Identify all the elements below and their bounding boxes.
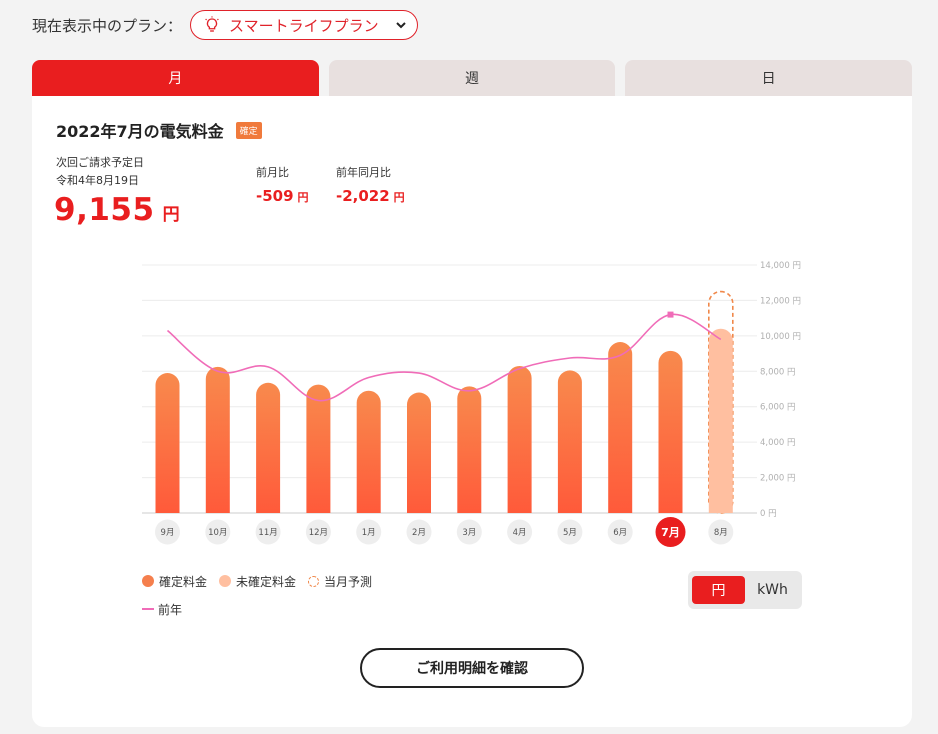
prev-year-comparison: 前年同月比 -2,022 円	[336, 164, 405, 205]
legend-forecast-swatch	[308, 575, 320, 587]
status-badge: 確定	[235, 121, 262, 139]
y-tick-label: 10,000 円	[760, 332, 801, 342]
x-tick-label: 7月	[661, 526, 680, 539]
x-tick-label: 2月	[412, 528, 426, 538]
y-tick-label: 0 円	[760, 509, 777, 519]
bar-confirmed	[205, 366, 230, 513]
x-tick-label: 3月	[462, 528, 476, 538]
legend-confirmed-label: 確定料金	[159, 574, 208, 589]
tab-month[interactable]: 月	[32, 60, 319, 96]
legend-confirmed-swatch	[142, 575, 154, 587]
prev-year-value: -2,022	[336, 187, 390, 205]
prev-year-unit: 円	[393, 191, 405, 204]
bar-confirmed	[507, 365, 532, 513]
bar-confirmed	[256, 382, 281, 513]
x-tick-label: 12月	[309, 528, 328, 538]
x-tick-label: 4月	[513, 528, 527, 538]
x-tick-label: 6月	[613, 528, 627, 538]
bar-confirmed	[457, 386, 482, 513]
legend-unconfirmed-label: 未確定料金	[236, 574, 297, 589]
bar-confirmed	[155, 373, 180, 513]
bar-confirmed	[557, 370, 582, 513]
unit-kwh-button[interactable]: kWh	[746, 576, 799, 604]
legend-forecast-label: 当月予測	[324, 574, 373, 589]
prev-year-marker	[667, 311, 674, 318]
period-tabs: 月 週 日	[32, 60, 913, 96]
bar-unconfirmed	[708, 328, 733, 513]
legend-confirmed: 確定料金	[142, 573, 207, 590]
legend-unconfirmed: 未確定料金	[219, 573, 296, 590]
plan-selected-value: スマートライフプラン	[229, 16, 379, 35]
x-tick-label: 5月	[563, 528, 577, 538]
y-tick-label: 4,000 円	[760, 438, 796, 448]
y-tick-label: 12,000 円	[760, 296, 801, 306]
prev-month-unit: 円	[297, 191, 309, 204]
legend-unconfirmed-swatch	[219, 575, 232, 587]
prev-month-value: -509	[256, 187, 294, 205]
due-date-label: 次回ご請求予定日	[56, 156, 144, 169]
bill-amount-unit: 円	[162, 205, 180, 225]
bill-amount: 9,155 円	[54, 192, 180, 228]
legend-prev-year: 前年	[142, 601, 182, 618]
unit-toggle: 円 kWh	[688, 571, 802, 609]
usage-chart: 0 円 2,000 円 4,000 円 6,000 円 8,000 円 10,000 円 1…	[142, 261, 801, 547]
bar-confirmed	[306, 384, 331, 513]
view-details-button[interactable]: ご利用明細を確認	[360, 648, 584, 688]
unit-yen-button[interactable]: 円	[692, 576, 745, 604]
legend-prev-year-swatch	[142, 608, 154, 610]
y-tick-label: 2,000 円	[760, 474, 796, 484]
bar-confirmed	[658, 350, 683, 513]
chevron-down-icon	[395, 22, 406, 29]
bar-confirmed	[407, 392, 431, 513]
plan-dropdown[interactable]: スマートライフプラン	[190, 10, 418, 40]
prev-month-comparison: 前月比 -509 円	[256, 164, 309, 205]
prev-year-label: 前年同月比	[336, 166, 391, 179]
legend-prev-year-label: 前年	[158, 602, 183, 617]
chart-legend: 確定料金 未確定料金 当月予測 前年	[142, 572, 384, 618]
plan-label: 現在表示中のプラン：	[32, 16, 183, 35]
due-date-value: 令和4年8月19日	[56, 174, 139, 187]
x-tick-label: 9月	[161, 528, 175, 538]
legend-forecast: 当月予測	[308, 573, 372, 590]
prev-year-line	[166, 313, 722, 402]
lightbulb-icon	[205, 16, 219, 32]
plan-selector-row: 現在表示中のプラン： スマートライフプラン	[32, 10, 418, 40]
y-tick-label: 8,000 円	[760, 367, 796, 377]
y-tick-label: 6,000 円	[760, 403, 796, 413]
page-title: 2022年7月の電気料金	[56, 122, 224, 141]
tab-week[interactable]: 週	[328, 60, 616, 96]
prev-month-label: 前月比	[256, 166, 289, 179]
billing-card: 2022年7月の電気料金 確定 次回ご請求予定日 令和4年8月19日 9,155…	[32, 96, 912, 727]
title-row: 2022年7月の電気料金 確定	[56, 118, 262, 142]
bar-confirmed	[608, 342, 633, 513]
bar-confirmed	[356, 390, 381, 513]
y-tick-label: 14,000 円	[760, 261, 801, 271]
x-tick-label: 1月	[362, 528, 376, 538]
x-tick-label: 11月	[258, 528, 277, 538]
tab-day[interactable]: 日	[625, 60, 913, 96]
x-tick-label: 8月	[714, 528, 728, 538]
bill-amount-value: 9,155	[54, 192, 155, 228]
x-tick-label: 10月	[208, 528, 227, 538]
